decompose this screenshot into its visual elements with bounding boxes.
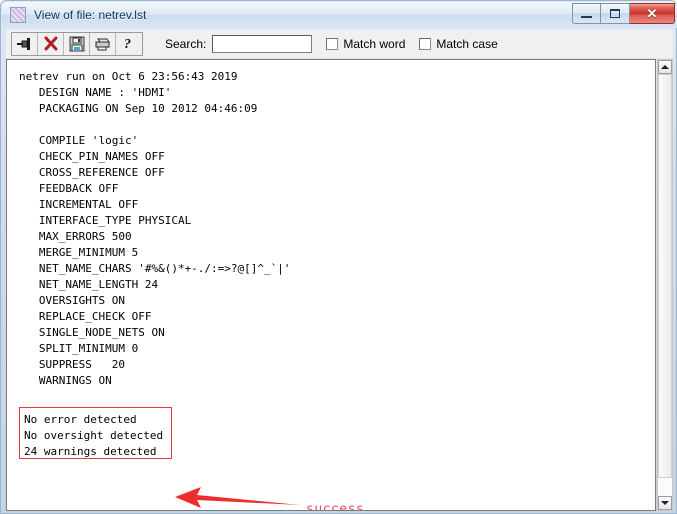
question-mark-icon: ? [124,37,131,52]
minimize-button[interactable] [572,3,601,24]
annotation-label: success [306,502,365,511]
vertical-scrollbar[interactable] [657,59,673,511]
close-file-button[interactable] [38,33,64,55]
file-text-line: SPLIT_MINIMUM 0 [19,342,139,355]
scroll-down-button[interactable] [658,496,672,510]
toolbar: ? Search: Match word Match case [6,30,673,58]
file-text-line: MAX_ERRORS 500 [19,230,132,243]
file-text-line: SINGLE_NODE_NETS ON [19,326,165,339]
file-text-line: REPLACE_CHECK OFF [19,310,152,323]
summary-text: No error detected No oversight detected 24… [24,412,163,460]
file-text-line: CROSS_REFERENCE OFF [19,166,165,179]
scroll-up-arrow-icon [661,65,669,69]
scrollbar-track[interactable] [658,74,672,496]
save-button[interactable] [64,33,90,55]
match-case-label: Match case [436,37,498,51]
match-case-checkbox-row[interactable]: Match case [419,37,498,51]
scroll-down-arrow-icon [661,501,669,505]
file-text-line: COMPILE 'logic' [19,134,139,147]
file-text-line: FEEDBACK OFF [19,182,119,195]
window-title: View of file: netrev.lst [34,8,147,22]
search-label: Search: [165,37,207,51]
match-case-checkbox[interactable] [419,38,432,50]
file-text-line: netrev run on Oct 6 23:56:43 2019 [19,70,238,83]
file-text-line: INCREMENTAL OFF [19,198,139,211]
file-text-line: WARNINGS ON [19,374,112,387]
file-viewer-window: View of file: netrev.lst ✕ ? Search: Mat… [0,0,677,514]
summary-line: No error detected [24,413,137,426]
title-bar[interactable]: View of file: netrev.lst ✕ [2,2,677,28]
document-icon [10,7,26,23]
file-text-line: MERGE_MINIMUM 5 [19,246,139,259]
print-button[interactable] [90,33,116,55]
summary-line: 24 warnings detected [24,445,157,458]
match-word-checkbox-row[interactable]: Match word [326,37,405,51]
window-controls: ✕ [572,3,675,24]
search-input[interactable] [212,35,313,53]
scrollbar-thumb[interactable] [658,74,672,478]
close-icon: ✕ [646,6,658,21]
red-x-icon [44,36,57,51]
svg-text:?: ? [124,37,131,52]
file-text-line [19,485,655,501]
pin-button[interactable] [12,33,38,55]
maximize-icon [610,9,620,18]
file-text-line: PACKAGING ON Sep 10 2012 04:46:09 [19,102,258,115]
pin-icon [16,38,30,50]
match-word-checkbox[interactable] [326,38,339,50]
file-text-line: SUPPRESS 20 [19,358,125,371]
floppy-disk-icon [69,36,84,52]
file-content-panel[interactable]: netrev run on Oct 6 23:56:43 2019 DESIGN… [6,59,656,511]
file-text-line: CHECK_PIN_NAMES OFF [19,150,165,163]
close-button[interactable]: ✕ [630,3,675,24]
file-text-line: DESIGN NAME : 'HDMI' [19,86,172,99]
file-text-line: INTERFACE_TYPE PHYSICAL [19,214,192,227]
summary-line: No oversight detected [24,429,164,442]
file-text-line: NET_NAME_LENGTH 24 [19,278,159,291]
file-text-line: NET_NAME_CHARS '#%&()*+-./:=>?@[]^_`|' [19,262,291,275]
scroll-up-button[interactable] [658,60,672,74]
printer-icon [95,38,110,51]
file-text-line [19,389,655,405]
file-text-line: OVERSIGHTS ON [19,294,125,307]
toolbar-button-group: ? [11,32,143,56]
file-text-line [19,469,655,485]
maximize-button[interactable] [601,3,630,24]
file-text-line [19,117,655,133]
match-word-label: Match word [343,37,406,51]
minimize-icon [581,15,592,18]
help-button[interactable]: ? [116,33,142,55]
